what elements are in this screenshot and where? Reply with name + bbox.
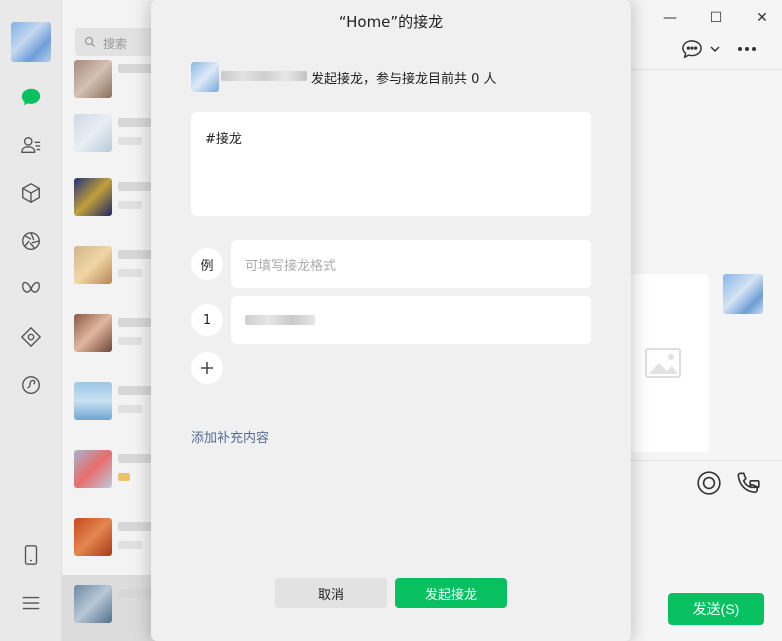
content-input[interactable]: #接龙 [191, 112, 591, 216]
phone-icon[interactable] [16, 540, 46, 570]
mini-programs-icon[interactable] [16, 370, 46, 400]
add-supplement-link[interactable]: 添加补充内容 [191, 427, 269, 446]
avatar[interactable] [723, 274, 763, 314]
more-icon[interactable] [737, 46, 757, 52]
menu-icon[interactable] [16, 588, 46, 618]
example-badge: 例 [191, 248, 223, 280]
chat-icon[interactable] [16, 82, 46, 112]
example-row: 例 可填写接龙格式 [191, 240, 591, 288]
chevron-down-icon[interactable] [710, 45, 720, 53]
close-button[interactable]: ✕ [747, 8, 777, 28]
avatar [191, 62, 219, 92]
starter-name [221, 71, 307, 81]
cancel-button[interactable]: 取消 [275, 578, 387, 608]
entry-number: 1 [191, 304, 223, 336]
example-input[interactable]: 可填写接龙格式 [231, 240, 591, 288]
avatar[interactable] [11, 22, 51, 62]
channels-butterfly-icon[interactable] [16, 274, 46, 304]
message-card[interactable] [619, 274, 709, 452]
plus-icon [201, 362, 213, 374]
start-jielong-button[interactable]: 发起接龙 [395, 578, 507, 608]
moments-aperture-icon[interactable] [16, 226, 46, 256]
entry-name [245, 315, 315, 325]
content-text: #接龙 [205, 132, 242, 147]
starter-text: 发起接龙，参与接龙目前共 0 人 [311, 72, 497, 87]
live-icon[interactable] [696, 470, 722, 496]
chat-bubble-icon[interactable] [681, 39, 703, 59]
minimize-button[interactable]: — [655, 8, 685, 28]
favorites-cube-icon[interactable] [16, 178, 46, 208]
example-placeholder: 可填写接龙格式 [245, 258, 337, 274]
call-icon[interactable] [735, 470, 761, 496]
search-diamond-icon[interactable] [16, 322, 46, 352]
send-button[interactable]: 发送(S) [668, 593, 764, 625]
dialog-title: “Home”的接龙 [338, 13, 444, 31]
search-icon [84, 36, 95, 47]
image-placeholder-icon [645, 348, 681, 378]
maximize-button[interactable]: ☐ [701, 8, 731, 28]
sidebar [0, 0, 62, 641]
entry-input[interactable] [231, 296, 591, 344]
add-entry-button[interactable] [191, 352, 223, 384]
entry-row: 1 [191, 296, 591, 344]
jielong-dialog: “Home”的接龙 发起接龙，参与接龙目前共 0 人 #接龙 例 可填写接龙格式… [151, 0, 631, 641]
contacts-icon[interactable] [16, 130, 46, 160]
